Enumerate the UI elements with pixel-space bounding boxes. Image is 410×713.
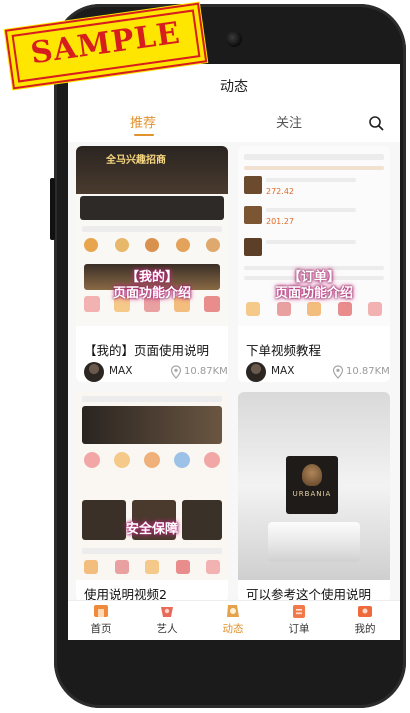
artist-icon [161, 607, 173, 617]
feed-card-3[interactable]: 安全保障 使用说明视频2 [76, 392, 228, 602]
author-name[interactable]: MAX [109, 365, 132, 377]
card-2-thumbnail: 272.42 201.27 【订单】 页面功能介绍 [238, 146, 390, 326]
card-2-price-2: 201.27 [266, 217, 294, 226]
tab-recommend[interactable]: 推荐 [130, 112, 156, 131]
phone-side-button [50, 178, 55, 240]
search-icon[interactable] [368, 115, 384, 131]
card-2-overlay-line2: 页面功能介绍 [274, 286, 353, 301]
card-1-meta: MAX 10.87KM [84, 362, 228, 382]
page-title: 动态 [220, 79, 248, 95]
nav-artist[interactable]: 艺人 [134, 601, 200, 640]
feed-card-2[interactable]: 272.42 201.27 【订单】 页面功能介绍 下单视频教程 MAX 10.… [238, 146, 390, 382]
nav-label-order: 订单 [288, 623, 310, 635]
nav-moments[interactable]: 动态 [200, 601, 266, 640]
home-icon [94, 605, 108, 617]
nav-home[interactable]: 首页 [68, 601, 134, 640]
card-2-meta: MAX 10.87KM [246, 362, 390, 382]
card-3-overlay: 安全保障 [125, 522, 178, 537]
nav-order[interactable]: 订单 [266, 601, 332, 640]
card-2-title: 下单视频教程 [246, 343, 322, 358]
app-screen: 动态 推荐 关注 全马兴趣招商 【我的】 页面功能介绍 【我的】页面使用说明 M… [68, 64, 400, 640]
avatar[interactable] [246, 362, 266, 382]
nav-label-home: 首页 [90, 623, 112, 635]
card-4-thumbnail: URBANIA [238, 392, 390, 580]
active-tab-indicator [134, 134, 154, 136]
order-icon [293, 605, 305, 618]
location-pin-icon [332, 365, 344, 379]
tab-follow[interactable]: 关注 [276, 112, 302, 131]
feed-card-4[interactable]: URBANIA 可以参考这个使用说明 [238, 392, 390, 602]
brand-logo: URBANIA [286, 456, 338, 514]
avatar[interactable] [84, 362, 104, 382]
card-1-overlay-line2: 页面功能介绍 [112, 286, 191, 301]
nav-profile[interactable]: 我的 [332, 601, 398, 640]
profile-icon [358, 606, 372, 617]
card-1-thumbnail: 全马兴趣招商 【我的】 页面功能介绍 [76, 146, 228, 326]
card-1-title: 【我的】页面使用说明 [84, 343, 210, 358]
nav-label-artist: 艺人 [156, 623, 178, 635]
moments-icon [227, 605, 239, 617]
front-camera [226, 31, 242, 47]
author-name[interactable]: MAX [271, 365, 294, 377]
nav-label-profile: 我的 [354, 623, 376, 635]
card-1-banner: 全马兴趣招商 [106, 155, 166, 166]
feed-card-1[interactable]: 全马兴趣招商 【我的】 页面功能介绍 【我的】页面使用说明 MAX 10.87K… [76, 146, 228, 382]
card-3-thumbnail: 安全保障 [76, 392, 228, 580]
location-pin-icon [170, 365, 182, 379]
card-2-overlay-line1: 【订单】 [287, 270, 340, 285]
distance: 10.87KM [184, 366, 228, 377]
card-1-overlay-line1: 【我的】 [125, 270, 178, 285]
card-2-price-1: 272.42 [266, 187, 294, 196]
distance: 10.87KM [346, 366, 390, 377]
nav-label-moments: 动态 [222, 623, 244, 635]
feed-tabs: 推荐 关注 [68, 102, 400, 142]
brand-logo-text: URBANIA [292, 490, 332, 498]
bottom-nav: 首页 艺人 动态 订单 我的 [68, 600, 400, 640]
